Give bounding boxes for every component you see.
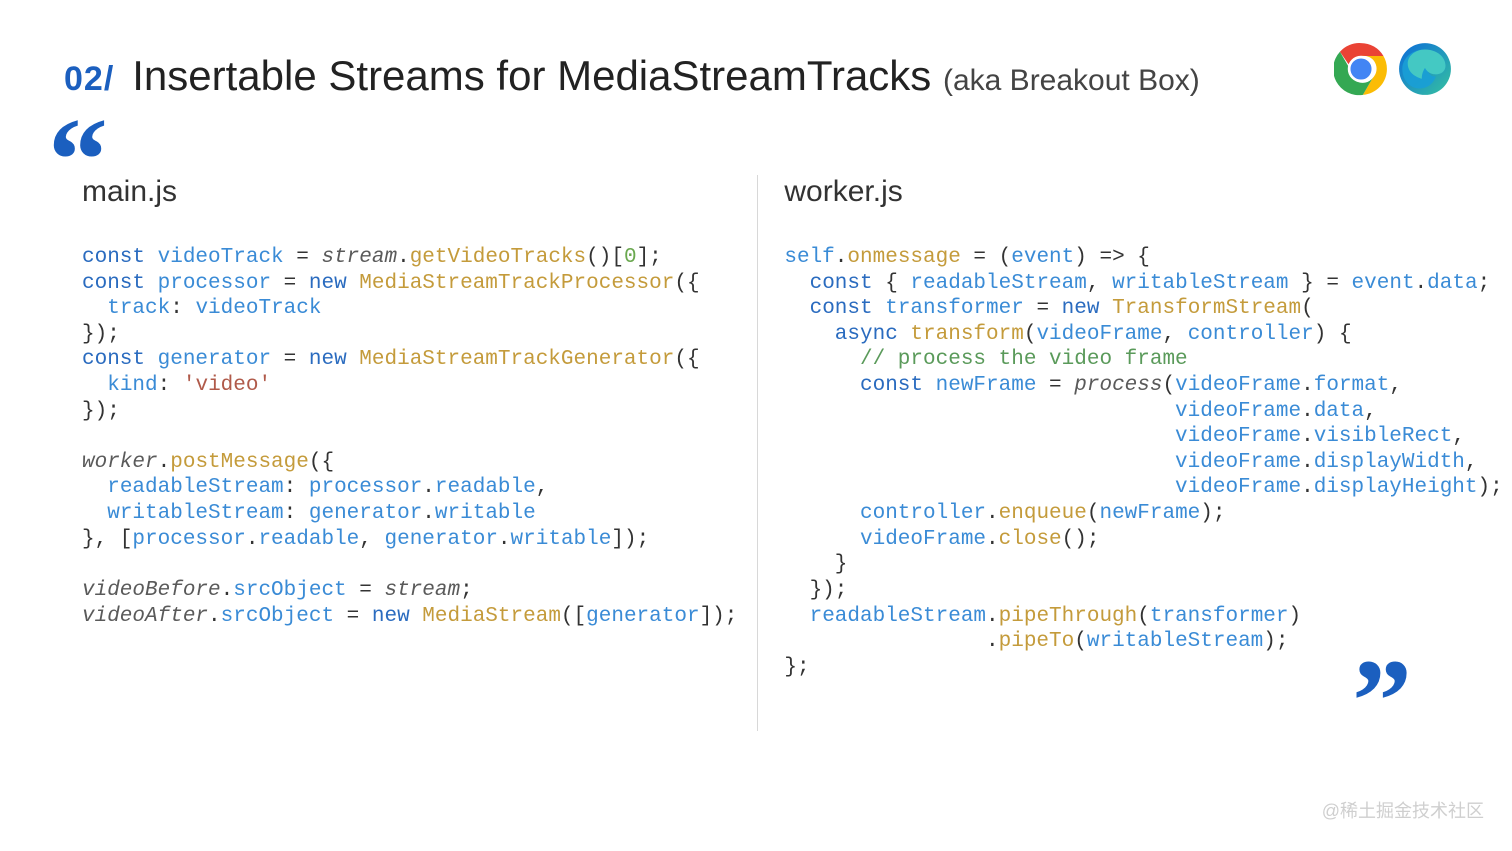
chrome-icon — [1334, 42, 1388, 101]
worker-js-code: self.onmessage = (event) => { const { re… — [784, 245, 1502, 680]
main-js-code: const videoTrack = stream.getVideoTracks… — [82, 245, 737, 629]
title-main: Insertable Streams for MediaStreamTracks — [132, 52, 931, 99]
slide-header: 02/ Insertable Streams for MediaStreamTr… — [64, 52, 1448, 100]
watermark: @稀土掘金技术社区 — [1322, 797, 1484, 823]
left-column: main.js const videoTrack = stream.getVid… — [82, 175, 757, 731]
left-filename: main.js — [82, 175, 737, 209]
slide-title: Insertable Streams for MediaStreamTracks… — [132, 52, 1200, 100]
browser-icons — [1334, 42, 1452, 101]
title-subtitle: (aka Breakout Box) — [943, 64, 1200, 97]
right-filename: worker.js — [784, 175, 1502, 209]
code-panels: main.js const videoTrack = stream.getVid… — [82, 175, 1430, 731]
edge-icon — [1398, 42, 1452, 101]
quote-close-icon: ” — [1352, 641, 1412, 761]
